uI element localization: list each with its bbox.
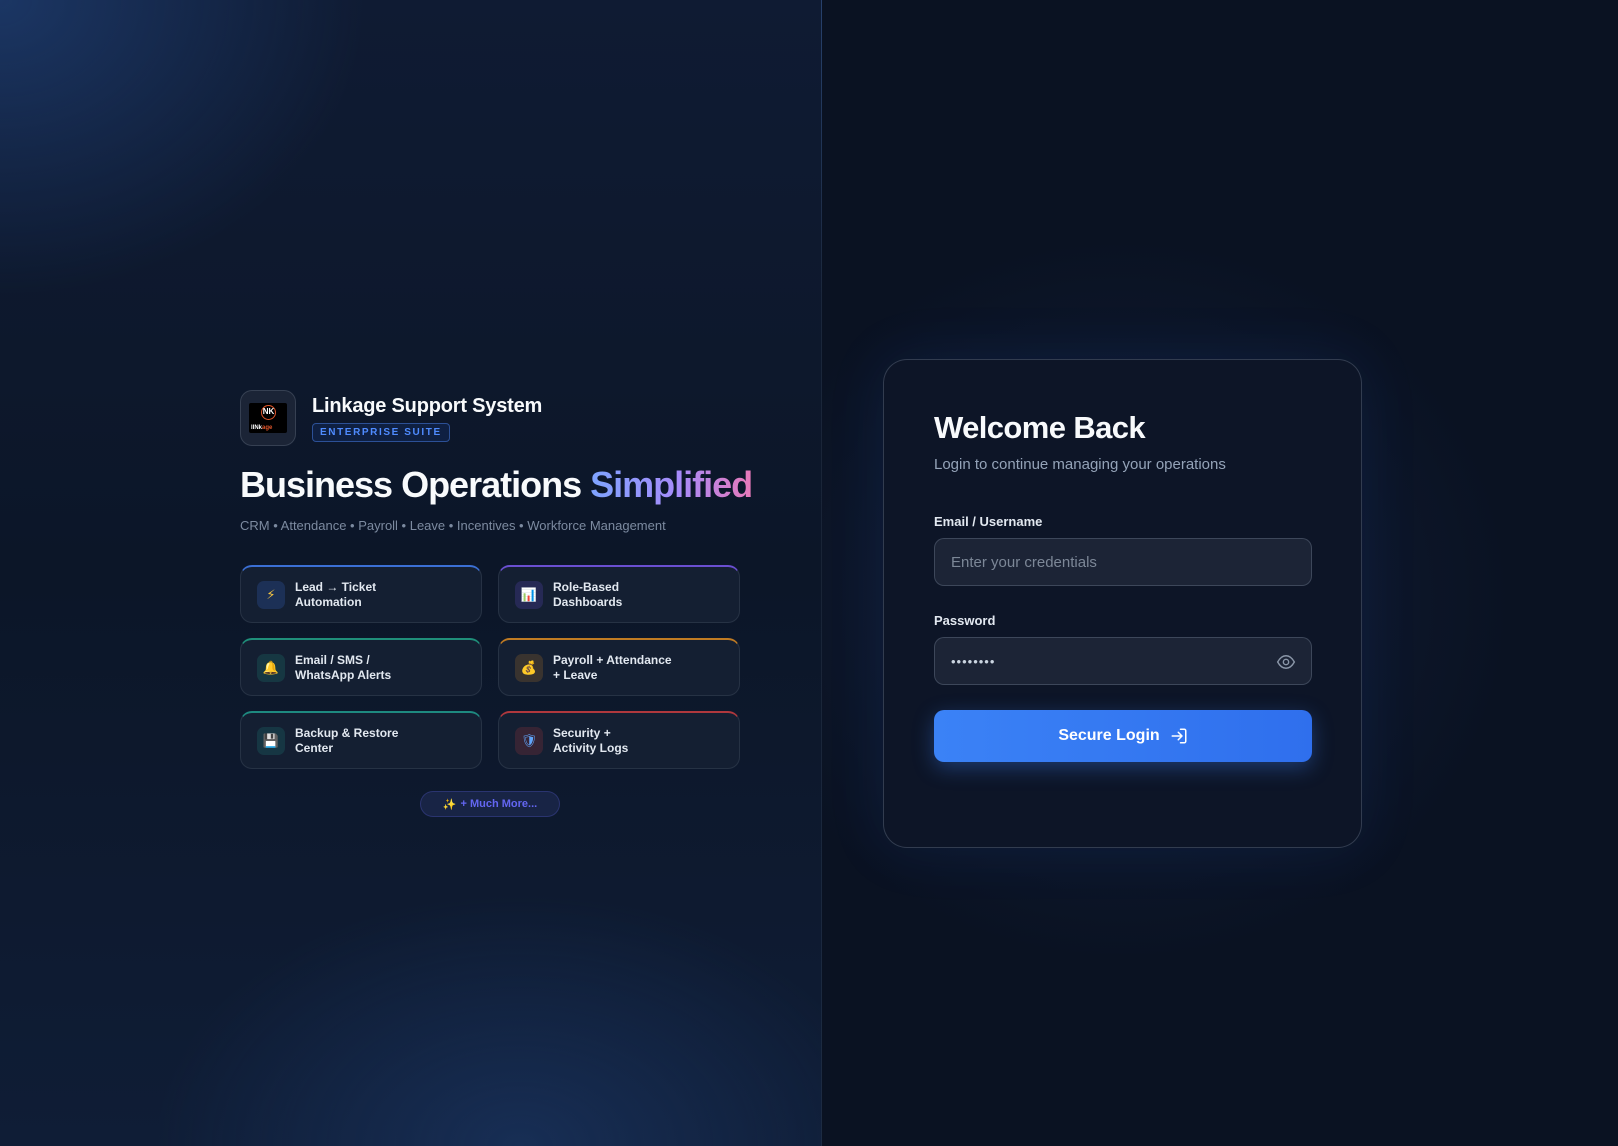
brand-header: NK lINkage Linkage Support System ENTERP…: [240, 390, 542, 446]
login-panel: Welcome Back Login to continue managing …: [822, 0, 1618, 1146]
logo-mark: NK lINkage: [249, 403, 287, 433]
shield-icon: 🛡: [515, 726, 543, 755]
feature-card-security: 🛡 Security + Activity Logs: [498, 711, 740, 769]
feature-card-backup: 💾 Backup & Restore Center: [240, 711, 482, 769]
bar-chart-icon: 📊: [515, 580, 543, 609]
login-title: Welcome Back: [934, 410, 1146, 445]
login-subtitle: Login to continue managing your operatio…: [934, 456, 1226, 473]
email-label: Email / Username: [934, 514, 1043, 529]
email-input[interactable]: [934, 538, 1312, 586]
logo-letters: NK: [261, 405, 276, 420]
headline-accent: Simplified: [590, 464, 753, 505]
floppy-disk-icon: 💾: [257, 726, 285, 755]
headline-main: Business Operations: [240, 464, 582, 505]
eye-icon[interactable]: [1276, 652, 1296, 672]
hero-tagline: CRM • Attendance • Payroll • Leave • Inc…: [240, 518, 666, 533]
password-input[interactable]: [934, 637, 1312, 685]
feature-label: Lead → Ticket Automation: [295, 579, 377, 609]
feature-label: Email / SMS / WhatsApp Alerts: [295, 652, 392, 682]
logo-word-a: lINk: [251, 425, 263, 431]
login-button-label: Secure Login: [1058, 727, 1160, 744]
feature-label: Role-Based Dashboards: [553, 579, 623, 609]
password-label: Password: [934, 613, 996, 628]
bell-icon: 🔔: [257, 653, 285, 682]
feature-card-alerts: 🔔 Email / SMS / WhatsApp Alerts: [240, 638, 482, 696]
brand-logo: NK lINkage: [240, 390, 296, 446]
logo-word: lINkage: [251, 425, 272, 431]
feature-card-payroll: 💰 Payroll + Attendance + Leave: [498, 638, 740, 696]
secure-login-button[interactable]: Secure Login: [934, 710, 1312, 762]
feature-grid: ⚡ Lead → Ticket Automation 📊 Role-Based …: [240, 565, 742, 769]
feature-card-dashboards: 📊 Role-Based Dashboards: [498, 565, 740, 623]
feature-label: Backup & Restore Center: [295, 725, 399, 755]
feature-card-automation: ⚡ Lead → Ticket Automation: [240, 565, 482, 623]
edition-badge: ENTERPRISE SUITE: [312, 422, 450, 442]
log-in-icon: [1171, 728, 1187, 744]
feature-label: Security + Activity Logs: [553, 725, 629, 755]
brand-title: Linkage Support System: [312, 394, 543, 417]
hero-headline: Business Operations Simplified: [240, 464, 753, 506]
login-page: NK lINkage Linkage Support System ENTERP…: [0, 0, 1618, 1146]
sparkle-icon: ✨: [442, 798, 457, 811]
login-card: Welcome Back Login to continue managing …: [883, 359, 1362, 848]
feature-label: Payroll + Attendance + Leave: [553, 652, 672, 682]
lightning-icon: ⚡: [257, 580, 285, 609]
marketing-panel: NK lINkage Linkage Support System ENTERP…: [0, 0, 822, 1146]
money-bag-icon: 💰: [515, 653, 543, 682]
much-more-pill: ✨ + Much More...: [420, 791, 560, 817]
logo-word-b: age: [262, 425, 273, 431]
much-more-label: + Much More...: [460, 798, 538, 810]
